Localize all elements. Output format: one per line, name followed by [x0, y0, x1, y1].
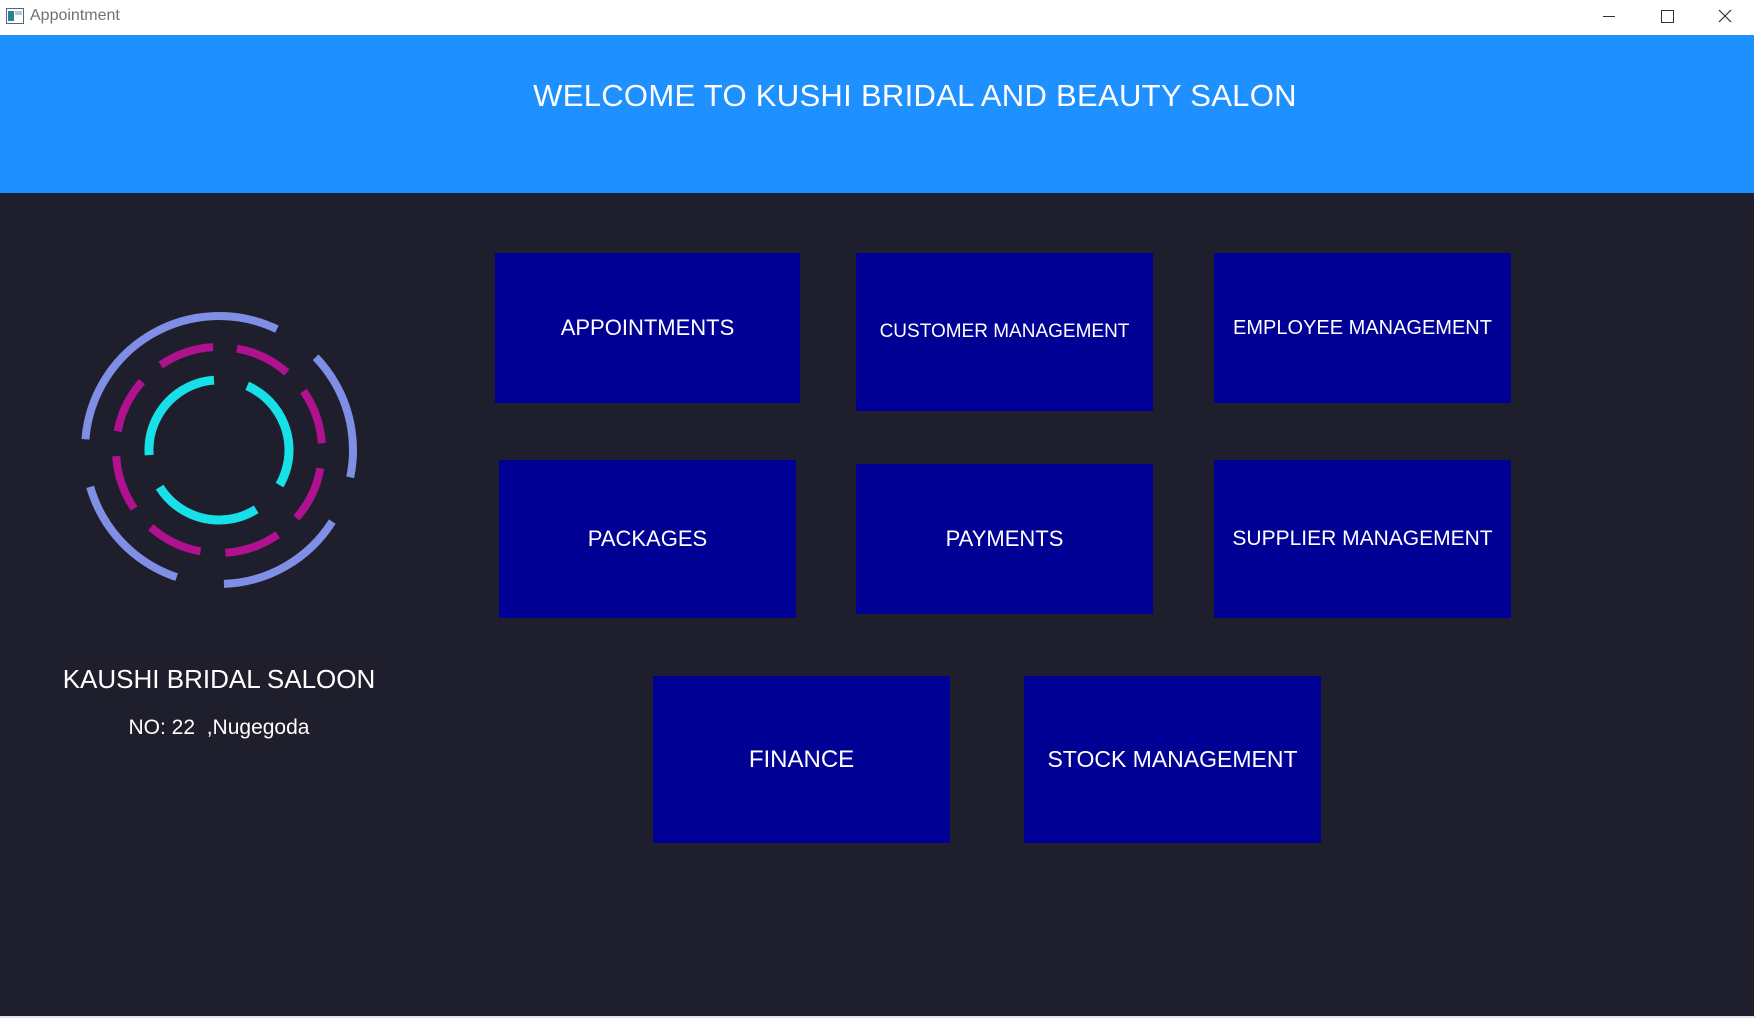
appointments-button[interactable]: APPOINTMENTS	[495, 253, 800, 403]
packages-button-label: PACKAGES	[587, 526, 708, 551]
salon-name: KAUSHI BRIDAL SALOON	[62, 664, 376, 694]
window-titlebar: Appointment	[0, 0, 1756, 35]
stock-management-button[interactable]: STOCK MANAGEMENT	[1024, 676, 1321, 843]
minimize-button[interactable]	[1580, 0, 1638, 33]
app-icon	[6, 8, 24, 24]
packages-button[interactable]: PACKAGES	[499, 460, 796, 618]
window-title: Appointment	[30, 7, 120, 24]
payments-button[interactable]: PAYMENTS	[856, 464, 1153, 614]
appointments-button-label: APPOINTMENTS	[560, 315, 735, 340]
maximize-icon	[1661, 10, 1674, 23]
employee-management-button[interactable]: EMPLOYEE MANAGEMENT	[1214, 253, 1511, 403]
supplier-management-button-label: SUPPLIER MANAGEMENT	[1232, 527, 1493, 550]
maximize-button[interactable]	[1638, 0, 1696, 33]
page-title: WELCOME TO KUSHI BRIDAL AND BEAUTY SALON	[533, 78, 1297, 113]
employee-management-button-label: EMPLOYEE MANAGEMENT	[1233, 316, 1492, 339]
payments-button-label: PAYMENTS	[945, 526, 1064, 551]
customer-management-button-label: CUSTOMER MANAGEMENT	[879, 321, 1130, 342]
finance-button-label: FINANCE	[748, 745, 855, 773]
supplier-management-button[interactable]: SUPPLIER MANAGEMENT	[1214, 460, 1511, 618]
finance-button[interactable]: FINANCE	[653, 676, 950, 843]
stock-management-button-label: STOCK MANAGEMENT	[1047, 746, 1298, 772]
main-window-content: WELCOME TO KUSHI BRIDAL AND BEAUTY SALON…	[0, 35, 1756, 1018]
salon-address: NO: 22 ,Nugegoda	[128, 716, 310, 739]
close-button[interactable]	[1696, 0, 1754, 33]
close-icon	[1718, 9, 1732, 23]
customer-management-button[interactable]: CUSTOMER MANAGEMENT	[856, 253, 1153, 411]
dashed-circles-logo	[81, 311, 357, 588]
header-banner: WELCOME TO KUSHI BRIDAL AND BEAUTY SALON	[0, 35, 1756, 193]
minimize-icon	[1603, 16, 1615, 17]
